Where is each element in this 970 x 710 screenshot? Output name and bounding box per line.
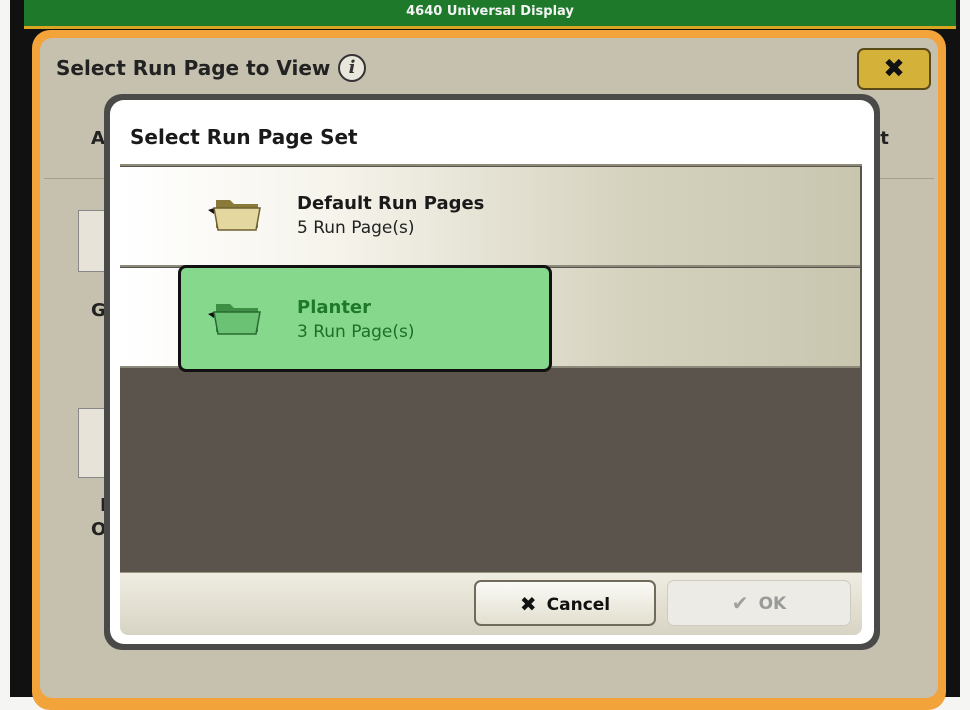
list-item-name: Default Run Pages (297, 193, 485, 214)
cancel-button[interactable]: ✖ Cancel (474, 580, 656, 626)
list-item-subtitle: 5 Run Page(s) (297, 218, 415, 238)
check-icon: ✔ (731, 591, 749, 615)
dialog-title: Select Run Page Set (120, 108, 862, 166)
background-tab-fragment: A (91, 128, 105, 149)
folder-icon (208, 304, 261, 335)
list-item-subtitle: 3 Run Page(s) (297, 322, 415, 342)
run-page-panel-title: Select Run Page to View (56, 56, 331, 80)
ok-label: OK (758, 594, 787, 614)
device-title-bar: 4640 Universal Display (24, 0, 956, 29)
cancel-label: Cancel (546, 595, 611, 615)
close-button[interactable]: ✖ (857, 48, 931, 90)
ok-button[interactable]: ✔ OK (667, 580, 851, 626)
folder-icon (208, 200, 261, 231)
x-icon: ✖ (519, 592, 537, 616)
info-icon[interactable]: i (338, 54, 366, 82)
list-item-name: Planter (297, 297, 372, 318)
close-icon: ✖ (883, 54, 905, 84)
